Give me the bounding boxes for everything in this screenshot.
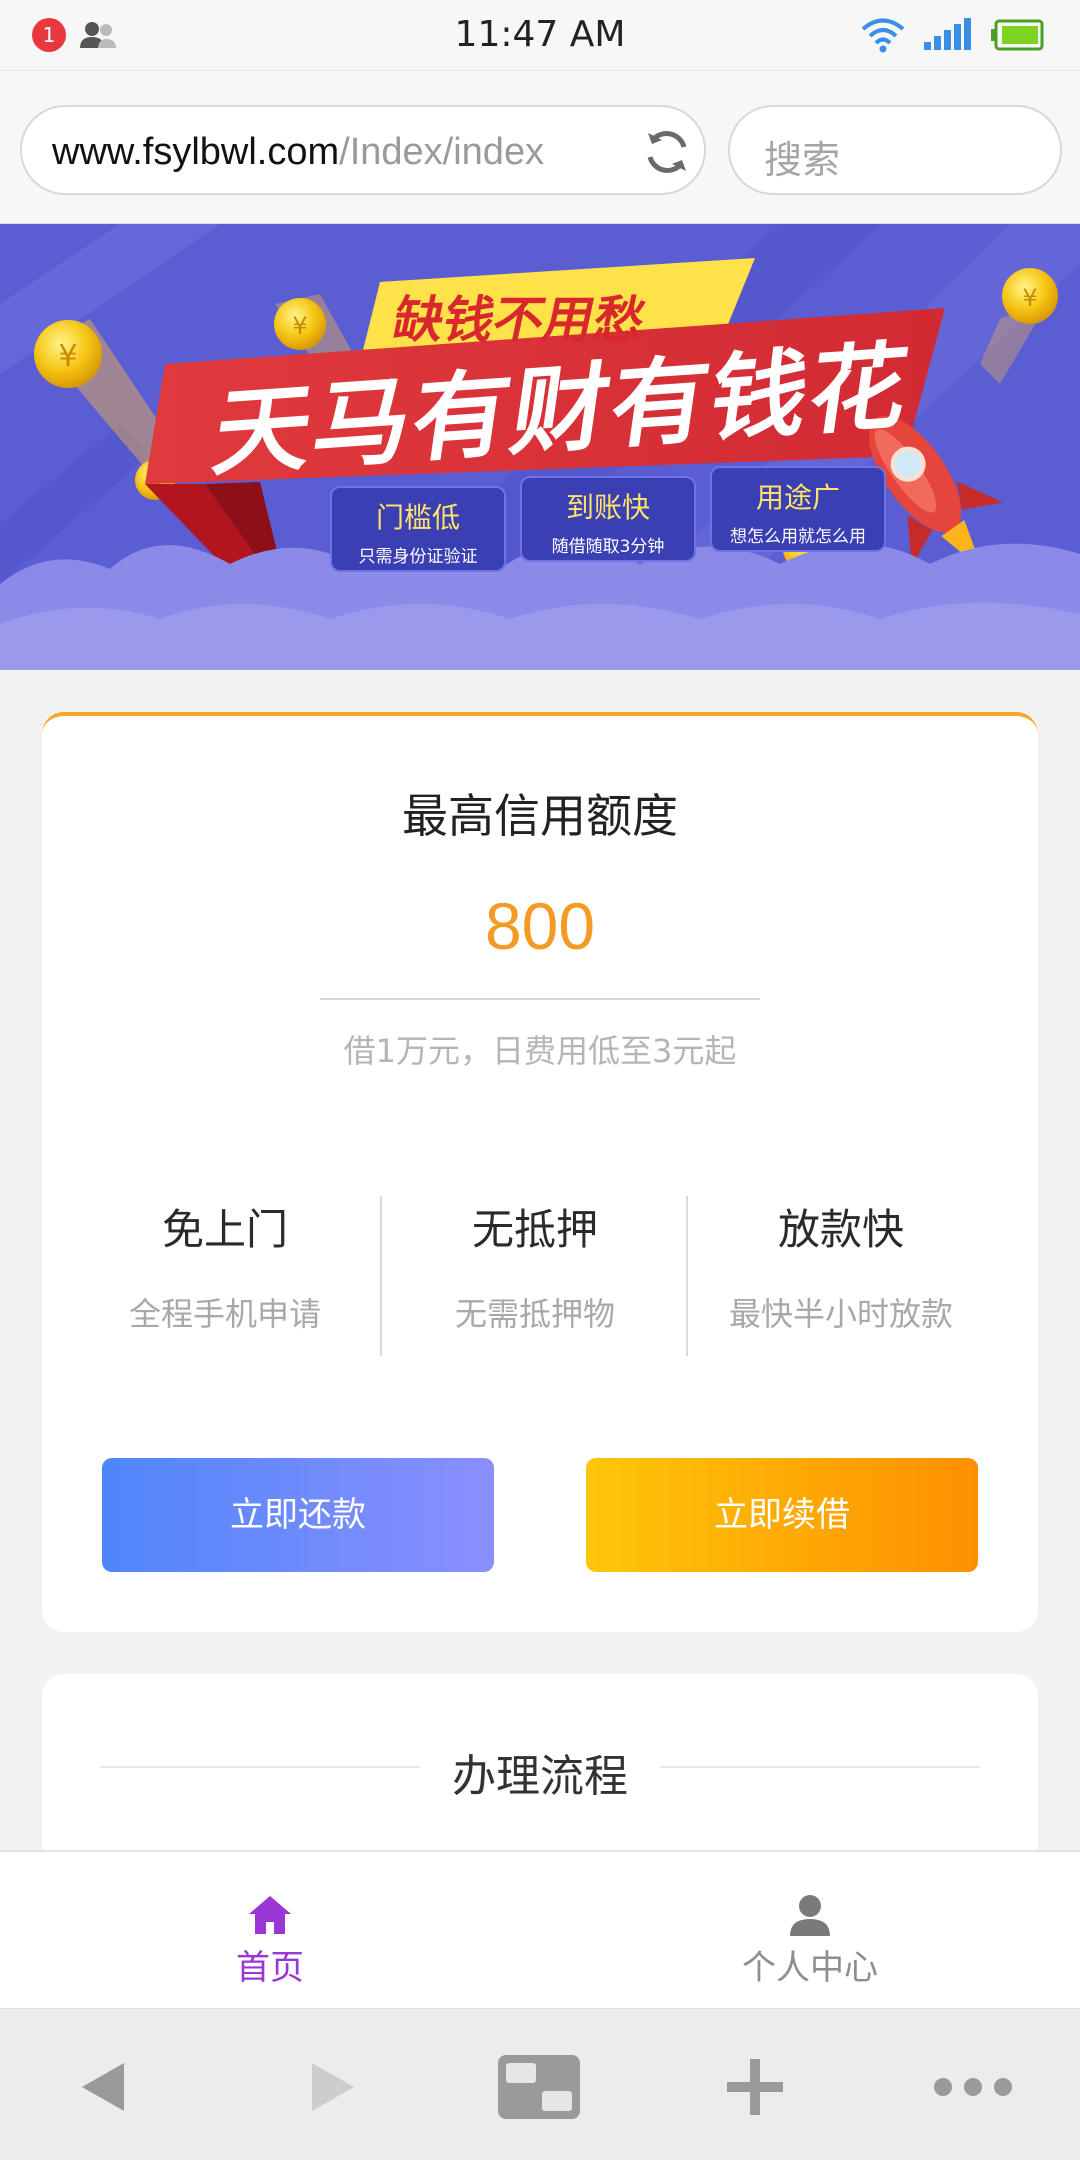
home-icon [249,1896,291,1934]
status-bar: 1 11:47 AM [0,0,1080,70]
promo-banner[interactable]: ¥ ¥ ¥ ¥ 缺钱不用愁 天马有财有钱花 门槛低 只需身份证验证 到账快 [0,224,1080,670]
credit-card: 最高信用额度 800 借1万元，日费用低至3元起 免上门 全程手机申请 无抵押 … [42,712,1038,1632]
search-placeholder: 搜索 [764,138,841,182]
user-icon [790,1895,830,1936]
url-field[interactable]: www.fsylbwl.com/Index/index [20,105,706,195]
banner-feature-low-threshold: 门槛低 只需身份证验证 [330,486,506,572]
status-time: 11:47 AM [454,14,626,55]
banner-feature-subtitle: 随借随取3分钟 [551,537,665,557]
back-arrow-icon[interactable] [68,2055,138,2119]
reload-icon[interactable] [640,125,694,179]
wifi-icon [861,18,905,53]
banner-feature-subtitle: 想怎么用就怎么用 [730,527,866,547]
feature-fast-payout: 放款快 最快半小时放款 [688,1196,994,1335]
bottom-tab-bar: 首页 个人中心 [0,1850,1080,2008]
banner-feature-title: 用途广 [755,481,840,514]
plus-icon[interactable] [720,2055,790,2119]
tabs-icon[interactable] [494,2055,584,2119]
forward-arrow-icon[interactable] [298,2055,368,2119]
tab-profile[interactable]: 个人中心 [540,1852,1080,2010]
credit-limit-amount: 800 [484,889,596,963]
svg-text:¥: ¥ [1022,284,1037,312]
repay-now-button[interactable]: 立即还款 [102,1458,494,1572]
renew-loan-button[interactable]: 立即续借 [586,1458,978,1572]
banner-feature-title: 到账快 [565,491,650,524]
banner-feature-subtitle: 只需身份证验证 [358,547,478,567]
feature-subtitle: 最快半小时放款 [728,1295,953,1333]
signal-icon [924,18,971,50]
feature-no-collateral: 无抵押 无需抵押物 [382,1196,688,1335]
battery-icon [991,19,1044,51]
tab-home-label: 首页 [236,1948,304,1988]
process-title: 办理流程 [452,1751,628,1802]
svg-text:¥: ¥ [292,312,307,340]
browser-address-bar: www.fsylbwl.com/Index/index 搜索 [0,70,1080,224]
tab-home[interactable]: 首页 [0,1852,540,2010]
browser-toolbar [0,2008,1080,2160]
feature-title: 放款快 [777,1205,904,1254]
url-text: www.fsylbwl.com/Index/index [52,131,622,174]
credit-note: 借1万元，日费用低至3元起 [343,1032,737,1070]
feature-title: 免上门 [161,1205,288,1254]
divider [320,998,760,1000]
feature-no-visit: 免上门 全程手机申请 [72,1196,378,1335]
banner-feature-wide-use: 用途广 想怎么用就怎么用 [710,466,886,552]
url-path: /Index/index [339,131,545,173]
more-dots-icon[interactable] [928,2055,1018,2119]
svg-text:¥: ¥ [58,339,77,374]
tab-profile-label: 个人中心 [742,1948,878,1988]
search-input[interactable]: 搜索 [728,105,1062,195]
credit-limit-title: 最高信用额度 [402,789,678,843]
url-domain: www.fsylbwl.com [52,131,340,173]
feature-subtitle: 无需抵押物 [454,1295,615,1333]
divider [660,1766,980,1768]
feature-subtitle: 全程手机申请 [128,1295,321,1333]
banner-feature-title: 门槛低 [375,501,460,534]
feature-title: 无抵押 [471,1205,598,1254]
banner-feature-fast-arrival: 到账快 随借随取3分钟 [520,476,696,562]
